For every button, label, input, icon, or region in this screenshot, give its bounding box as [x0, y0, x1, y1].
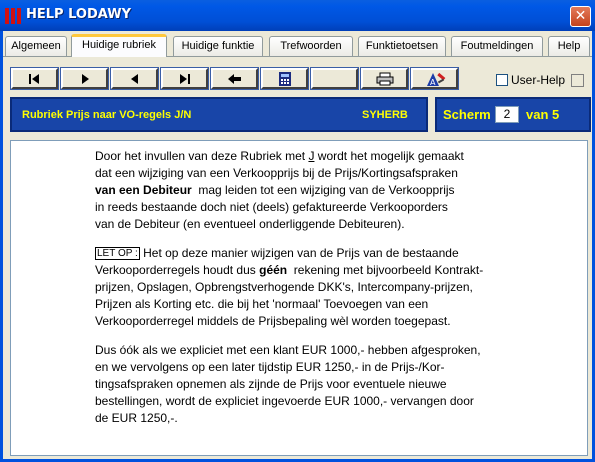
p1-line5: van de Debiteur (en eventueel onderligge…: [95, 217, 405, 231]
paragraph-1: Door het invullen van deze Rubriek met J…: [95, 148, 464, 233]
p3-line5: de EUR 1250,-.: [95, 411, 178, 425]
let-op-badge: LET OP :: [95, 247, 140, 260]
p2-line2-post: rekening met bijvoorbeeld Kontrakt-: [287, 263, 484, 277]
p2-line2-pre: Verkooporderregels houdt dus: [95, 263, 260, 277]
user-help-label: User-Help: [511, 73, 566, 87]
paragraph-2: LET OP : Het op deze manier wijzigen van…: [95, 245, 483, 330]
play-forward-icon: [81, 73, 89, 84]
tab-foutmeldingen[interactable]: Foutmeldingen: [451, 36, 543, 56]
user-help-checkbox[interactable]: [496, 74, 508, 86]
p3-line2: en we vervolgens op een later tijdstip E…: [95, 360, 445, 374]
window-title: HELP LODAWY: [26, 7, 131, 22]
p3-line1: Dus óók als we expliciet met een klant E…: [95, 343, 481, 357]
previous-button[interactable]: [110, 67, 159, 90]
tools-button[interactable]: A: [410, 67, 459, 90]
p1-line2: dat een wijziging van een Verkoopprijs b…: [95, 166, 458, 180]
tab-help[interactable]: Help: [548, 36, 590, 56]
tab-bar: Algemeen Huidige rubriek Huidige funktie…: [3, 34, 592, 57]
p2-line5: Verkooporderregel middels de Prijsbepali…: [95, 314, 451, 328]
last-page-icon: [179, 73, 190, 84]
help-text-panel: Door het invullen van deze Rubriek met J…: [10, 140, 588, 456]
paragraph-3: Dus óók als we expliciet met een klant E…: [95, 342, 481, 427]
p2-line4: Prijzen als Korting etc. die bij het 'no…: [95, 297, 429, 311]
printer-icon: [376, 72, 393, 85]
p1-line1-pre: Door het invullen van deze Rubriek met: [95, 149, 309, 163]
p2-line1: Het op deze manier wijzigen van de Prijs…: [139, 246, 459, 260]
p1-line3-bold: van een Debiteur: [95, 183, 192, 197]
tab-funktietoetsen[interactable]: Funktietoetsen: [358, 36, 446, 56]
print-button[interactable]: [360, 67, 409, 90]
p1-line3-post: mag leiden tot een wijziging van de Verk…: [191, 183, 455, 197]
tab-algemeen[interactable]: Algemeen: [5, 36, 67, 56]
first-page-button[interactable]: [10, 67, 59, 90]
p3-line4: bestellingen, wordt de expliciet ingevoe…: [95, 394, 474, 408]
rubriek-code: SYHERB: [362, 109, 408, 121]
app-icon: [5, 8, 21, 24]
tab-huidige-funktie[interactable]: Huidige funktie: [173, 36, 263, 56]
p1-line1-post: wordt het mogelijk gemaakt: [314, 149, 464, 163]
last-page-button[interactable]: [160, 67, 209, 90]
return-button[interactable]: [210, 67, 259, 90]
p2-line2-bold: géén: [259, 263, 288, 277]
calculator-button[interactable]: [260, 67, 309, 90]
screen-label: Scherm: [443, 107, 491, 122]
tab-huidige-rubriek[interactable]: Huidige rubriek: [71, 34, 167, 57]
screen-number-field[interactable]: 2: [495, 106, 519, 123]
return-left-icon: [227, 73, 241, 84]
svg-text:A: A: [430, 78, 436, 87]
next-button[interactable]: [60, 67, 109, 90]
close-button[interactable]: ✕: [570, 6, 591, 27]
p3-line3: tingsafspraken opnemen als zijnde de Pri…: [95, 377, 447, 391]
rubriek-header: Rubriek Prijs naar VO-regels J/N SYHERB: [10, 97, 428, 132]
screen-indicator: Scherm 2 van 5: [435, 97, 591, 132]
tools-icon: A: [426, 72, 445, 87]
screen-total: van 5: [526, 107, 560, 122]
first-page-icon: [28, 73, 39, 84]
small-toggle-box[interactable]: [571, 74, 584, 87]
title-bar: HELP LODAWY ✕: [0, 0, 595, 31]
back-arrow-icon: [130, 73, 138, 84]
blank-button[interactable]: [310, 67, 359, 90]
rubriek-title: Rubriek Prijs naar VO-regels J/N: [22, 109, 192, 121]
p2-line3: prijzen, Opslagen, Opbrengstverhogende D…: [95, 280, 473, 294]
tab-trefwoorden[interactable]: Trefwoorden: [269, 36, 353, 56]
p1-line4: in reeds bestaande doch niet (deels) gef…: [95, 200, 448, 214]
calculator-icon: [278, 71, 291, 86]
